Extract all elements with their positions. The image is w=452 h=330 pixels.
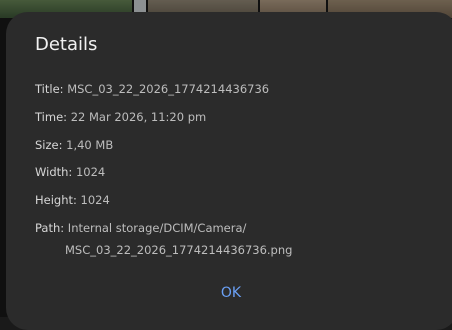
detail-value: Internal storage/DCIM/Camera/ [67,221,247,235]
detail-value: 22 Mar 2026, 11:20 pm [70,110,207,124]
detail-row-height: Height: 1024 [35,193,110,207]
detail-value: 1,40 MB [66,138,114,152]
detail-label: Title: [35,82,64,96]
detail-label: Size: [35,138,63,152]
detail-value: 1024 [75,165,106,179]
detail-label: Height: [35,193,77,207]
detail-value: 1024 [80,193,110,207]
detail-row-width: Width: 1024 [35,165,105,179]
dialog-title: Details [35,34,98,55]
detail-row-title: Title: MSC_03_22_2026_1774214436736 [35,82,269,96]
detail-label: Width: [35,165,73,179]
detail-row-size: Size: 1,40 MB [35,138,113,152]
detail-path-continuation: MSC_03_22_2026_1774214436736.png [65,243,293,257]
detail-row-path: Path: Internal storage/DCIM/Camera/ [35,221,246,235]
detail-row-time: Time: 22 Mar 2026, 11:20 pm [35,110,206,124]
detail-value: MSC_03_22_2026_1774214436736 [67,82,270,96]
detail-label: Path: [35,221,65,235]
ok-button[interactable]: OK [216,282,246,304]
detail-label: Time: [35,110,68,124]
details-dialog: Details Title: MSC_03_22_2026_1774214436… [6,12,452,330]
